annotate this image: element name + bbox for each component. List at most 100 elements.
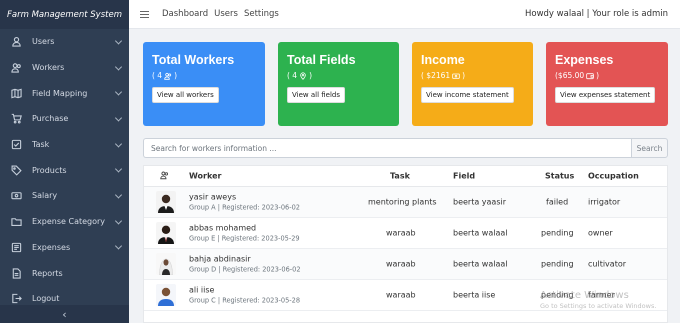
users-icon bbox=[160, 171, 169, 182]
worker-name: bahja abdinasir bbox=[189, 254, 251, 264]
sidebar-item-label: Products bbox=[32, 165, 67, 175]
worker-meta: Group E | Registered: 2023-05-29 bbox=[189, 234, 300, 243]
occupation-cell: cultivator bbox=[588, 259, 627, 269]
chevron-left-icon: ‹ bbox=[62, 307, 67, 321]
sidebar-item-workers[interactable]: Workers bbox=[0, 55, 129, 81]
sidebar-item-purchase[interactable]: Purchase bbox=[0, 106, 129, 132]
col-status[interactable]: Status bbox=[545, 172, 574, 181]
top-nav-links: Dashboard Users Settings bbox=[162, 9, 279, 19]
card-total-fields: Total Fields ( 4 ) View all fields bbox=[278, 42, 399, 126]
card-title: Income bbox=[421, 53, 465, 67]
user-greeting[interactable]: Howdy walaal | Your role is admin bbox=[525, 9, 668, 19]
sidebar-item-products[interactable]: Products bbox=[0, 157, 129, 183]
sidebar-item-label: Task bbox=[32, 140, 50, 150]
col-task[interactable]: Task bbox=[390, 172, 410, 181]
sidebar-item-label: Expense Category bbox=[32, 217, 106, 227]
nav-link-users[interactable]: Users bbox=[214, 9, 238, 19]
view-all-fields-button[interactable]: View all fields bbox=[287, 87, 345, 103]
chevron-down-icon bbox=[114, 165, 123, 173]
task-icon bbox=[10, 139, 22, 151]
report-icon bbox=[10, 267, 22, 279]
chevron-down-icon bbox=[114, 242, 123, 250]
chevron-down-icon bbox=[114, 62, 123, 71]
sidebar: Farm Management System Users Workers Fie… bbox=[0, 0, 129, 323]
brand-title[interactable]: Farm Management System bbox=[0, 0, 129, 29]
sidebar-collapse-button[interactable]: ‹ bbox=[0, 305, 129, 323]
card-amount: ($65.00 ) bbox=[555, 71, 600, 80]
menu-toggle-icon[interactable] bbox=[140, 10, 149, 18]
worker-name: yasir aweys bbox=[189, 192, 237, 202]
pin-icon bbox=[300, 71, 306, 80]
avatar bbox=[156, 253, 176, 275]
chevron-down-icon bbox=[114, 37, 123, 45]
col-field[interactable]: Field bbox=[453, 172, 475, 181]
view-expenses-statement-button[interactable]: View expenses statement bbox=[555, 87, 656, 103]
col-occupation[interactable]: Occupation bbox=[588, 172, 639, 181]
occupation-cell: irrigator bbox=[588, 197, 621, 207]
avatar bbox=[156, 222, 176, 244]
sidebar-item-salary[interactable]: Salary bbox=[0, 183, 129, 209]
worker-cell: abbas mohamed Group E | Registered: 2023… bbox=[189, 224, 300, 243]
worker-cell: yasir aweys Group A | Registered: 2023-0… bbox=[189, 193, 300, 212]
table-row[interactable]: ali iise Group C | Registered: 2023-05-2… bbox=[144, 280, 667, 311]
task-cell: mentoring plants bbox=[368, 197, 437, 207]
worker-meta: Group C | Registered: 2023-05-28 bbox=[189, 296, 301, 305]
field-cell: beerta iise bbox=[453, 290, 496, 300]
table-row[interactable]: yasir aweys Group A | Registered: 2023-0… bbox=[144, 187, 667, 218]
table-row[interactable]: bahja abdinasir Group D | Registered: 20… bbox=[144, 249, 667, 280]
card-income: Income ( $2161 ) View income statement bbox=[412, 42, 533, 126]
sidebar-item-label: Workers bbox=[32, 63, 65, 73]
sidebar-item-label: Logout bbox=[32, 294, 60, 304]
chevron-down-icon bbox=[114, 88, 123, 96]
worker-search-bar: Search bbox=[143, 138, 668, 158]
chevron-down-icon bbox=[114, 114, 123, 122]
sidebar-item-expense-category[interactable]: Expense Category bbox=[0, 209, 129, 235]
view-all-workers-button[interactable]: View all workers bbox=[152, 87, 219, 103]
status-cell: pending bbox=[541, 259, 574, 269]
avatar bbox=[156, 191, 176, 213]
chevron-down-icon bbox=[114, 217, 123, 225]
occupation-cell: farmer bbox=[588, 290, 615, 300]
field-cell: beerta walaal bbox=[453, 259, 508, 269]
sidebar-item-reports[interactable]: Reports bbox=[0, 260, 129, 286]
task-cell: waraab bbox=[386, 259, 416, 269]
worker-name: abbas mohamed bbox=[189, 223, 257, 233]
chevron-down-icon bbox=[114, 140, 123, 148]
card-title: Total Workers bbox=[152, 53, 235, 67]
nav-link-settings[interactable]: Settings bbox=[244, 9, 279, 19]
folder-icon bbox=[10, 216, 22, 228]
worker-name: ali iise bbox=[189, 285, 215, 295]
field-cell: beerta walaal bbox=[453, 228, 508, 238]
sidebar-item-field-mapping[interactable]: Field Mapping bbox=[0, 80, 129, 106]
sidebar-item-users[interactable]: Users bbox=[0, 29, 129, 55]
sidebar-item-label: Salary bbox=[32, 191, 58, 201]
users-icon bbox=[10, 62, 22, 74]
sidebar-item-label: Expenses bbox=[32, 242, 71, 252]
card-amount: ( $2161 ) bbox=[421, 71, 466, 80]
users-icon bbox=[164, 72, 172, 80]
col-worker[interactable]: Worker bbox=[189, 172, 221, 181]
avatar bbox=[156, 284, 176, 306]
sidebar-item-task[interactable]: Task bbox=[0, 132, 129, 158]
worker-meta: Group D | Registered: 2023-06-02 bbox=[189, 265, 301, 274]
sidebar-item-label: Users bbox=[32, 37, 55, 47]
chevron-down-icon bbox=[114, 191, 123, 199]
nav-link-dashboard[interactable]: Dashboard bbox=[162, 9, 208, 19]
sidebar-item-label: Purchase bbox=[32, 114, 69, 124]
table-row[interactable]: abbas mohamed Group E | Registered: 2023… bbox=[144, 218, 667, 249]
view-income-statement-button[interactable]: View income statement bbox=[421, 87, 514, 103]
sidebar-item-expenses[interactable]: Expenses bbox=[0, 235, 129, 261]
logout-icon bbox=[10, 293, 22, 305]
workers-table: Worker Task Field Status Occupation yasi… bbox=[143, 165, 668, 323]
search-input[interactable] bbox=[143, 138, 631, 158]
table-header: Worker Task Field Status Occupation bbox=[144, 166, 667, 187]
card-expenses: Expenses ($65.00 ) View expenses stateme… bbox=[546, 42, 668, 126]
cart-icon bbox=[10, 113, 22, 125]
money-icon bbox=[452, 73, 460, 79]
sidebar-item-label: Reports bbox=[32, 268, 63, 278]
card-count: ( 4 ) bbox=[152, 71, 178, 80]
task-cell: waraab bbox=[386, 290, 416, 300]
wallet-icon bbox=[586, 72, 594, 79]
search-button[interactable]: Search bbox=[631, 138, 668, 158]
sidebar-item-label: Field Mapping bbox=[32, 88, 88, 98]
